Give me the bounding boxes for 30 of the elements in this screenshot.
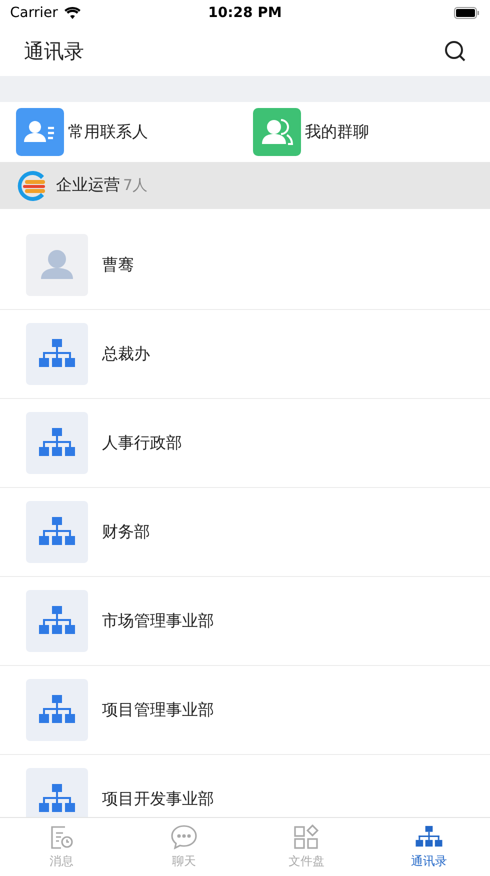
department-icon (26, 323, 88, 385)
person-avatar-icon (26, 234, 88, 296)
grid-diamond-icon (293, 824, 320, 850)
tab[interactable]: 通讯录 (368, 818, 490, 876)
contact-row[interactable]: 曹骞 (0, 221, 490, 310)
group-people-icon (253, 108, 301, 156)
contact-card-icon (16, 108, 64, 156)
department-row[interactable]: 财务部 (0, 488, 490, 577)
department-icon (26, 590, 88, 652)
member-count: 7人 (123, 176, 148, 195)
wifi-icon (64, 7, 81, 19)
chat-bubble-icon (170, 824, 198, 850)
department-row[interactable]: 项目管理事业部 (0, 666, 490, 755)
battery-icon (454, 7, 480, 19)
organization-bar[interactable]: 企业运营 7人 (0, 162, 490, 209)
department-icon (26, 679, 88, 741)
clock-time: 10:28 PM (208, 5, 282, 21)
department-icon (26, 412, 88, 474)
shortcut-button[interactable]: 我的群聊 (253, 108, 369, 156)
document-clock-icon (48, 824, 74, 850)
department-row[interactable]: 市场管理事业部 (0, 577, 490, 666)
organization-name: 企业运营 (56, 175, 120, 196)
search-button[interactable] (444, 40, 466, 62)
carrier-label: Carrier (10, 5, 58, 21)
shortcut-button[interactable]: 常用联系人 (16, 108, 148, 156)
department-row[interactable]: 总裁办 (0, 310, 490, 399)
page-title: 通讯录 (24, 38, 84, 64)
department-row[interactable]: 人事行政部 (0, 399, 490, 488)
department-icon (26, 768, 88, 817)
department-icon (26, 501, 88, 563)
